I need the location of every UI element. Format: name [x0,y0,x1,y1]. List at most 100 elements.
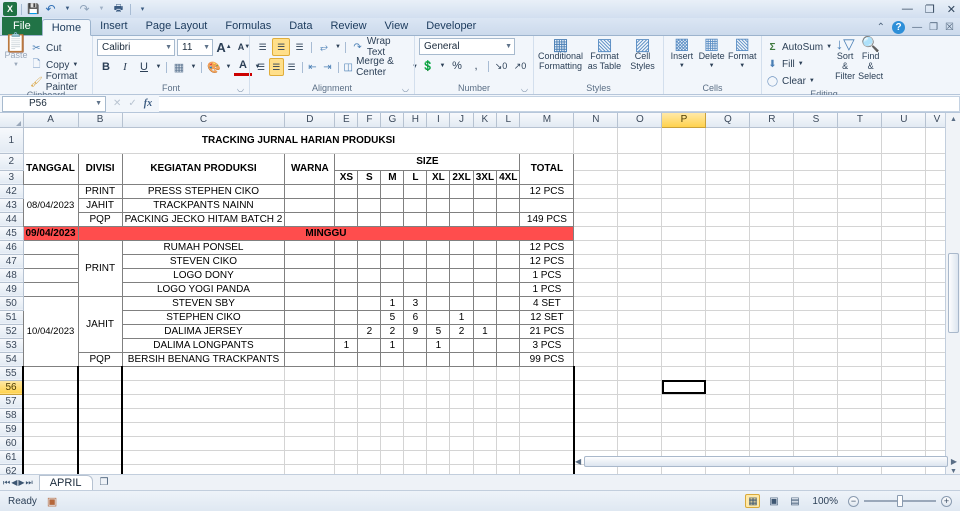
grid-cell-Q[interactable] [705,408,751,423]
grid-cell-R[interactable] [749,282,795,297]
grid-cell-D[interactable] [284,394,336,409]
grid-cell-L[interactable] [496,323,521,339]
grid-cell-M[interactable]: 1 PCS [519,281,575,297]
grid-cell-T[interactable] [837,310,883,325]
sheet-title-cell[interactable]: TRACKING JURNAL HARIAN PRODUKSI [23,127,575,154]
header-size-2xl[interactable]: 2XL [449,169,474,185]
grid-cell-P[interactable] [661,296,707,311]
grid-cell-Q[interactable] [705,127,751,154]
minimize-button[interactable]: — [902,3,913,15]
fill-color-dropdown-icon[interactable]: ▼ [224,58,233,76]
grid-cell-F[interactable] [357,351,382,367]
grid-cell-A[interactable]: 10/04/2023 [22,295,79,367]
borders-icon[interactable]: ▦ [170,58,188,76]
grid-cell-A[interactable] [21,436,79,451]
grid-cell-D[interactable] [284,281,336,297]
grid-cell-R[interactable] [749,127,795,154]
row-header-45[interactable]: 45 [0,226,24,241]
row-header-61[interactable]: 61 [0,450,24,465]
grid-cell-G[interactable] [380,380,405,395]
format-dropdown-icon[interactable]: ▼ [739,61,745,71]
grid-cell-N[interactable] [573,338,619,353]
grid-cell-F[interactable] [357,197,382,213]
record-macro-icon[interactable]: ▣ [47,495,57,508]
grid-cell-R[interactable] [749,352,795,367]
grid-cell-P[interactable] [661,226,707,241]
grid-cell-J[interactable] [449,337,474,353]
grid-cell-R[interactable] [749,254,795,269]
grid-cell-E[interactable] [334,309,359,325]
header-size-l[interactable]: L [403,169,428,185]
grid-cell-B[interactable] [77,408,123,423]
grid-cell-H[interactable] [403,366,428,381]
zoom-track[interactable] [864,495,936,507]
grid-cell-K[interactable] [472,267,498,283]
grid-cell-P[interactable] [661,282,707,297]
autosum-dropdown-icon[interactable]: ▼ [826,44,832,50]
grid-cell-O[interactable] [617,254,663,269]
grid-cell-G[interactable] [380,394,405,409]
grid-cell-Q[interactable] [705,268,751,283]
grid-cell-E[interactable] [334,436,359,451]
grid-cell-K[interactable] [473,422,498,437]
column-header-h[interactable]: H [403,113,428,128]
grid-cell-D[interactable] [284,267,336,283]
grid-cell-S[interactable] [793,268,839,283]
grid-cell-Q[interactable] [705,240,751,255]
grid-cell-B[interactable]: JAHIT [77,197,123,213]
grid-cell-O[interactable] [617,310,663,325]
grid-cell-Q[interactable] [705,212,751,227]
grid-cell-N[interactable] [573,366,619,381]
grid-cell-S[interactable] [793,254,839,269]
zoom-in-button[interactable]: + [941,495,952,507]
grid-cell-K[interactable] [472,211,498,227]
grid-cell-U[interactable] [881,408,927,423]
grid-cell-Q[interactable] [705,226,751,241]
grid-cell-C[interactable]: PRESS STEPHEN CIKO [121,183,286,199]
grid-cell-J[interactable] [449,281,474,297]
grid-cell-G[interactable] [380,351,405,367]
grid-cell-H[interactable] [403,281,428,297]
grid-cell-A[interactable]: 08/04/2023 [22,183,79,227]
column-header-b[interactable]: B [78,113,123,128]
grid-cell-C[interactable]: BERSIH BENANG TRACKPANTS [121,351,286,367]
grid-cell-B[interactable]: JAHIT [77,295,123,353]
header-size-xs[interactable]: XS [334,169,359,185]
grid-cell-L[interactable] [496,309,521,325]
grid-cell-Q[interactable] [705,170,751,185]
grid-cell-D[interactable] [284,337,336,353]
row-header-55[interactable]: 55 [0,366,24,381]
grid-cell-S[interactable] [793,170,839,185]
vertical-scrollbar[interactable]: ▲ ▼ [945,113,960,478]
grid-cell-R[interactable] [749,170,795,185]
grid-cell-J[interactable] [449,239,474,255]
grid-cell-H[interactable] [403,267,428,283]
grid-cell-I[interactable] [426,239,451,255]
fill-dropdown-icon[interactable]: ▼ [798,61,804,67]
zoom-slider[interactable]: − + [848,495,952,507]
increase-decimal-icon[interactable]: ↘0 [492,57,510,75]
copy-dropdown-icon[interactable]: ▼ [72,62,78,68]
grid-cell-T[interactable] [837,170,883,185]
tab-page-layout[interactable]: Page Layout [137,18,217,35]
grid-cell-G[interactable] [380,366,405,381]
grid-cell-S[interactable] [793,127,839,154]
grid-cell-N[interactable] [573,324,619,339]
grid-cell-H[interactable] [403,253,428,269]
grid-cell-C[interactable] [121,450,286,465]
grid-cell-B[interactable] [77,394,123,409]
grid-cell-I[interactable] [426,436,451,451]
grid-cell-T[interactable] [837,153,883,171]
grid-cell-U[interactable] [881,422,927,437]
cut-button[interactable]: ✂ Cut [30,40,88,56]
undo-icon[interactable]: ↶ [43,2,58,17]
grid-cell-S[interactable] [793,352,839,367]
tab-view[interactable]: View [376,18,418,35]
grid-cell-U[interactable] [881,352,927,367]
grid-cell-M[interactable]: 99 PCS [519,351,575,367]
grid-cell-P[interactable] [661,184,707,199]
row-header-43[interactable]: 43 [0,198,24,213]
grid-cell-B[interactable] [77,436,123,451]
grid-cell-P[interactable] [661,153,707,171]
grid-cell-D[interactable] [284,408,336,423]
